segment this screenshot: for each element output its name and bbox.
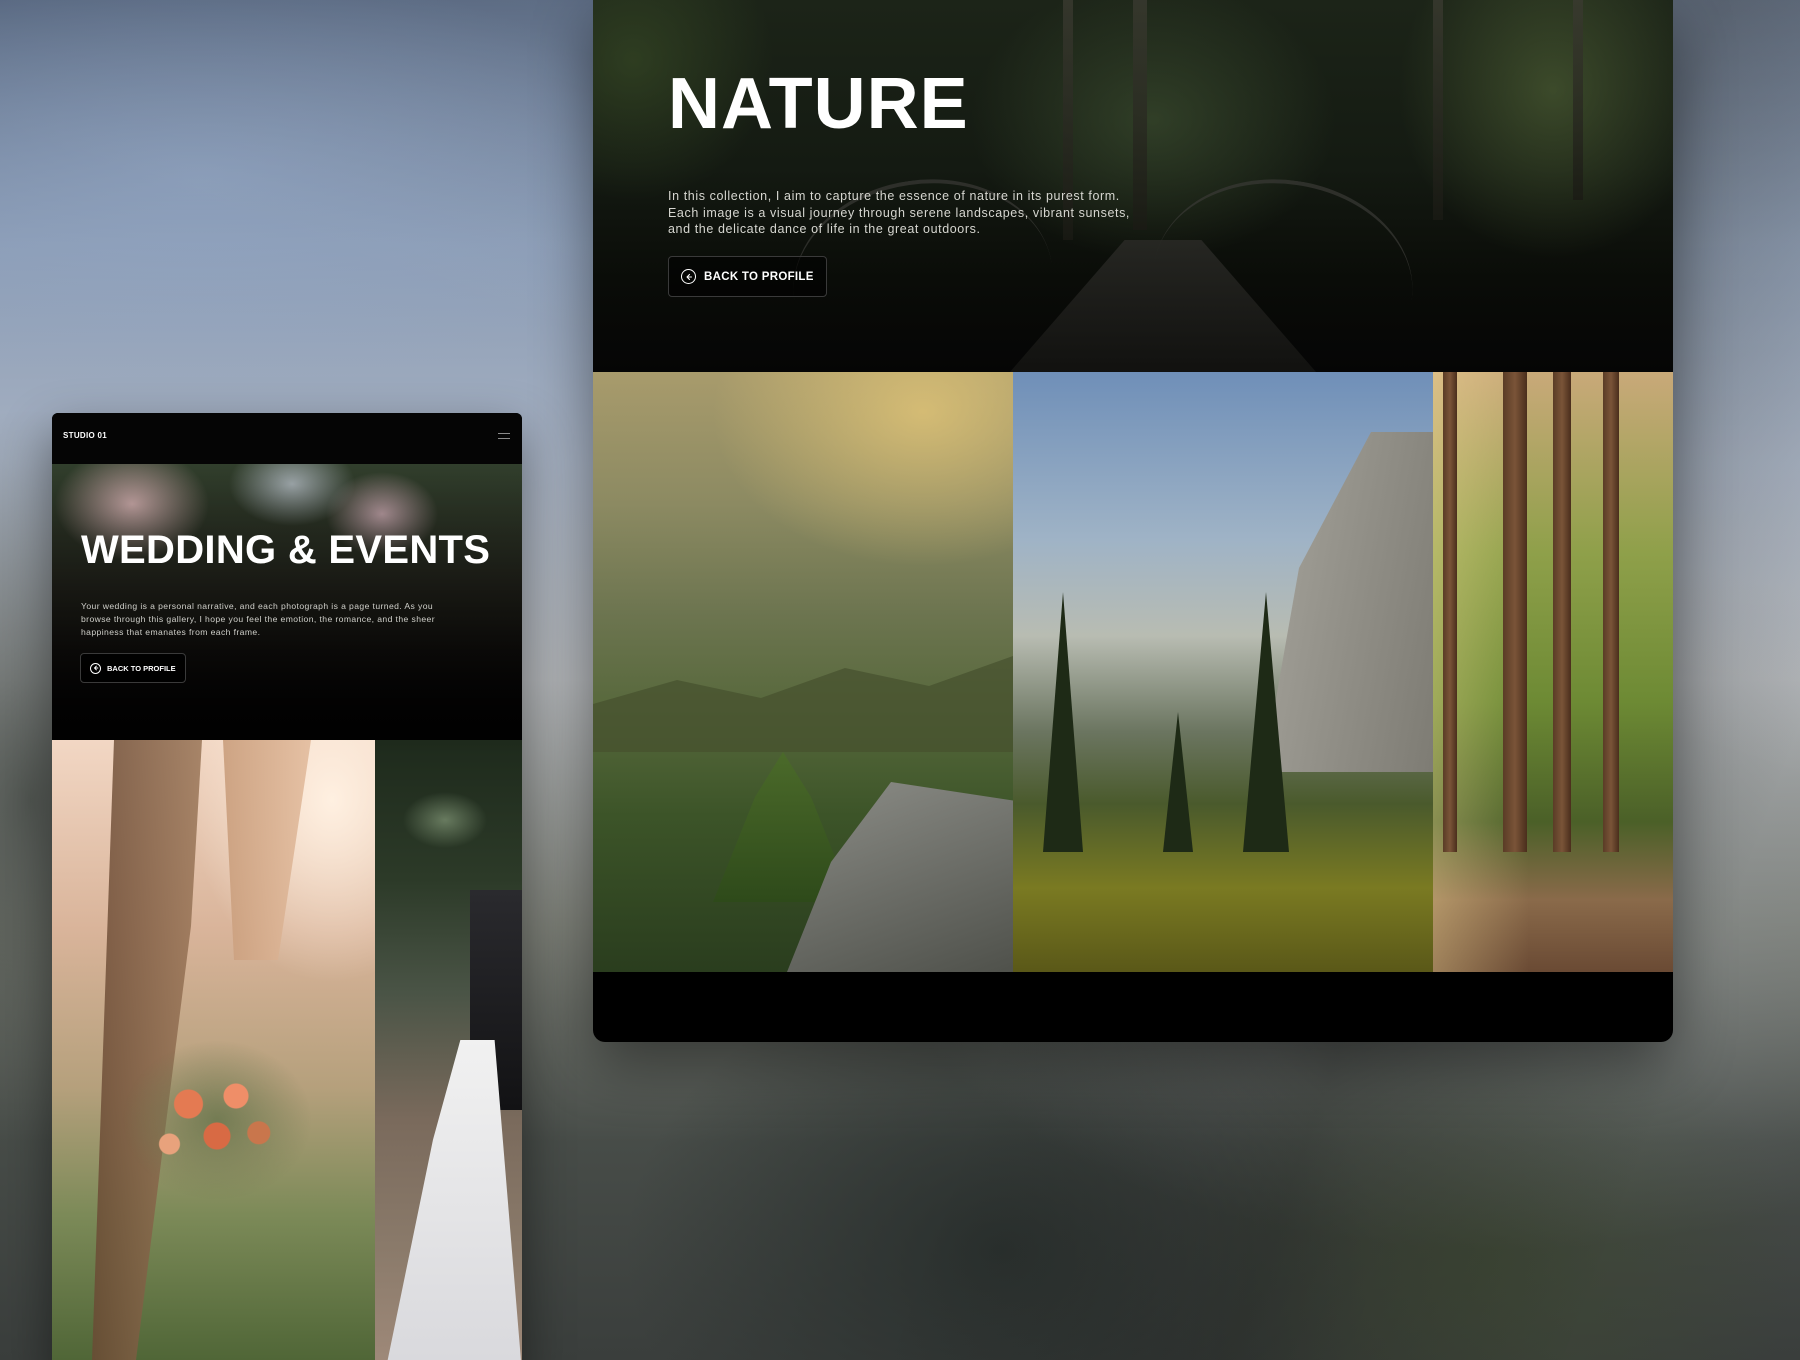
pine-tree [1163, 712, 1193, 852]
forest-tree-trunk [1603, 372, 1619, 852]
nature-hero: NATURE In this collection, I aim to capt… [593, 0, 1673, 372]
back-to-profile-label: BACK TO PROFILE [107, 663, 176, 673]
navbar: STUDIO 01 [52, 413, 522, 464]
arrow-left-circle-icon [681, 269, 696, 284]
flower-bouquet [122, 1040, 312, 1200]
backdrop: NATURE In this collection, I aim to capt… [0, 0, 1800, 1360]
forest-tree-trunk [1443, 372, 1457, 852]
nature-photo-gallery [593, 372, 1673, 972]
arm [223, 740, 311, 960]
hero-tree-trunk [1573, 0, 1583, 200]
bouquet-hands-photo[interactable] [52, 740, 375, 1360]
mountain-hiker-photo[interactable] [593, 372, 1013, 972]
back-to-profile-button[interactable]: BACK TO PROFILE [668, 256, 827, 297]
collection-description: Your wedding is a personal narrative, an… [81, 601, 435, 637]
collection-description: In this collection, I aim to capture the… [668, 189, 1130, 236]
page-title: WEDDING & EVENTS [81, 528, 491, 572]
couple-kiss-photo[interactable] [375, 740, 522, 1360]
brand-logo[interactable]: STUDIO 01 [63, 431, 107, 440]
wedding-hero: WEDDING & EVENTS Your wedding is a perso… [52, 464, 522, 740]
forest-trail-photo[interactable] [1433, 372, 1673, 972]
valley-cliff-photo[interactable] [1013, 372, 1433, 972]
arrow-left-circle-icon [90, 662, 101, 674]
pine-tree [1043, 592, 1083, 852]
nature-gallery-window: NATURE In this collection, I aim to capt… [593, 0, 1673, 1042]
back-to-profile-button[interactable]: BACK TO PROFILE [80, 653, 186, 683]
forest-tree-trunk [1503, 372, 1527, 852]
granite-cliff [1263, 432, 1433, 772]
hero-tree-trunk [1433, 0, 1443, 220]
page-title: NATURE [668, 64, 969, 144]
back-to-profile-label: BACK TO PROFILE [704, 270, 814, 283]
wedding-gallery-window: STUDIO 01 WEDDING & EVENTS Your wedding … [52, 413, 522, 1360]
forest-tree-trunk [1553, 372, 1571, 852]
mountain-ridge [593, 656, 1013, 752]
hamburger-menu-icon[interactable] [498, 432, 510, 440]
wedding-photo-gallery [52, 740, 522, 1360]
